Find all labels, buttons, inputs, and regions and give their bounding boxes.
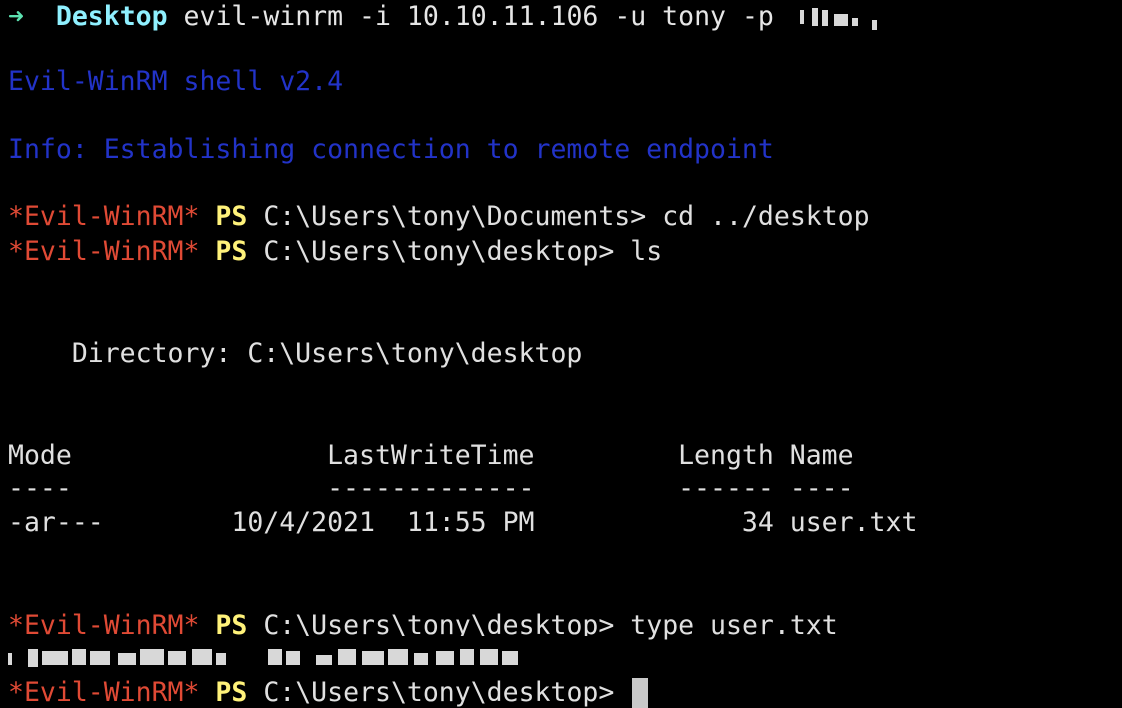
prompt-arrow-icon: ➜ xyxy=(8,1,24,32)
ps-input: ls xyxy=(630,236,663,267)
ps-prompt-tag: *Evil-WinRM* xyxy=(8,201,200,232)
terminal-window[interactable]: ➜ Desktop evil-winrm -i 10.10.11.106 -u … xyxy=(0,0,1122,708)
ps-command-line: *Evil-WinRM* PS C:\Users\tony\desktop> xyxy=(8,676,649,708)
ps-path: C:\Users\tony\Documents> xyxy=(263,201,647,232)
ps-prompt-tag: *Evil-WinRM* xyxy=(8,236,200,267)
ps-prompt-tag: *Evil-WinRM* xyxy=(8,677,200,708)
ps-path: C:\Users\tony\desktop> xyxy=(263,236,615,267)
terminal-cursor[interactable] xyxy=(632,677,649,708)
ps-path: C:\Users\tony\desktop> xyxy=(263,677,615,708)
shell-prompt-line: ➜ Desktop evil-winrm -i 10.10.11.106 -u … xyxy=(8,0,900,34)
table-header: Mode LastWriteTime Length Name xyxy=(8,440,854,471)
ps-label: PS xyxy=(215,677,248,708)
redacted-flag-output xyxy=(6,647,526,669)
ps-command-line: *Evil-WinRM* PS C:\Users\tony\desktop> l… xyxy=(8,235,662,269)
ps-command-line: *Evil-WinRM* PS C:\Users\tony\Documents>… xyxy=(8,200,870,234)
table-separator: ---- ------------- ------ ---- xyxy=(8,473,854,504)
ps-label: PS xyxy=(215,201,248,232)
banner-text: Evil-WinRM shell v2.4 xyxy=(8,66,344,97)
ps-label: PS xyxy=(215,236,248,267)
redacted-password xyxy=(790,7,900,30)
info-text: Info: Establishing connection to remote … xyxy=(8,134,774,165)
ps-input: cd ../desktop xyxy=(662,201,870,232)
directory-line: Directory: C:\Users\tony\desktop xyxy=(8,338,583,369)
ps-input: type user.txt xyxy=(630,610,838,641)
redaction-strip xyxy=(0,636,640,646)
table-row: -ar--- 10/4/2021 11:55 PM 34 user.txt xyxy=(8,507,918,538)
current-directory: Desktop xyxy=(55,1,168,32)
evil-winrm-command: evil-winrm -i 10.10.11.106 -u tony -p xyxy=(183,1,774,32)
